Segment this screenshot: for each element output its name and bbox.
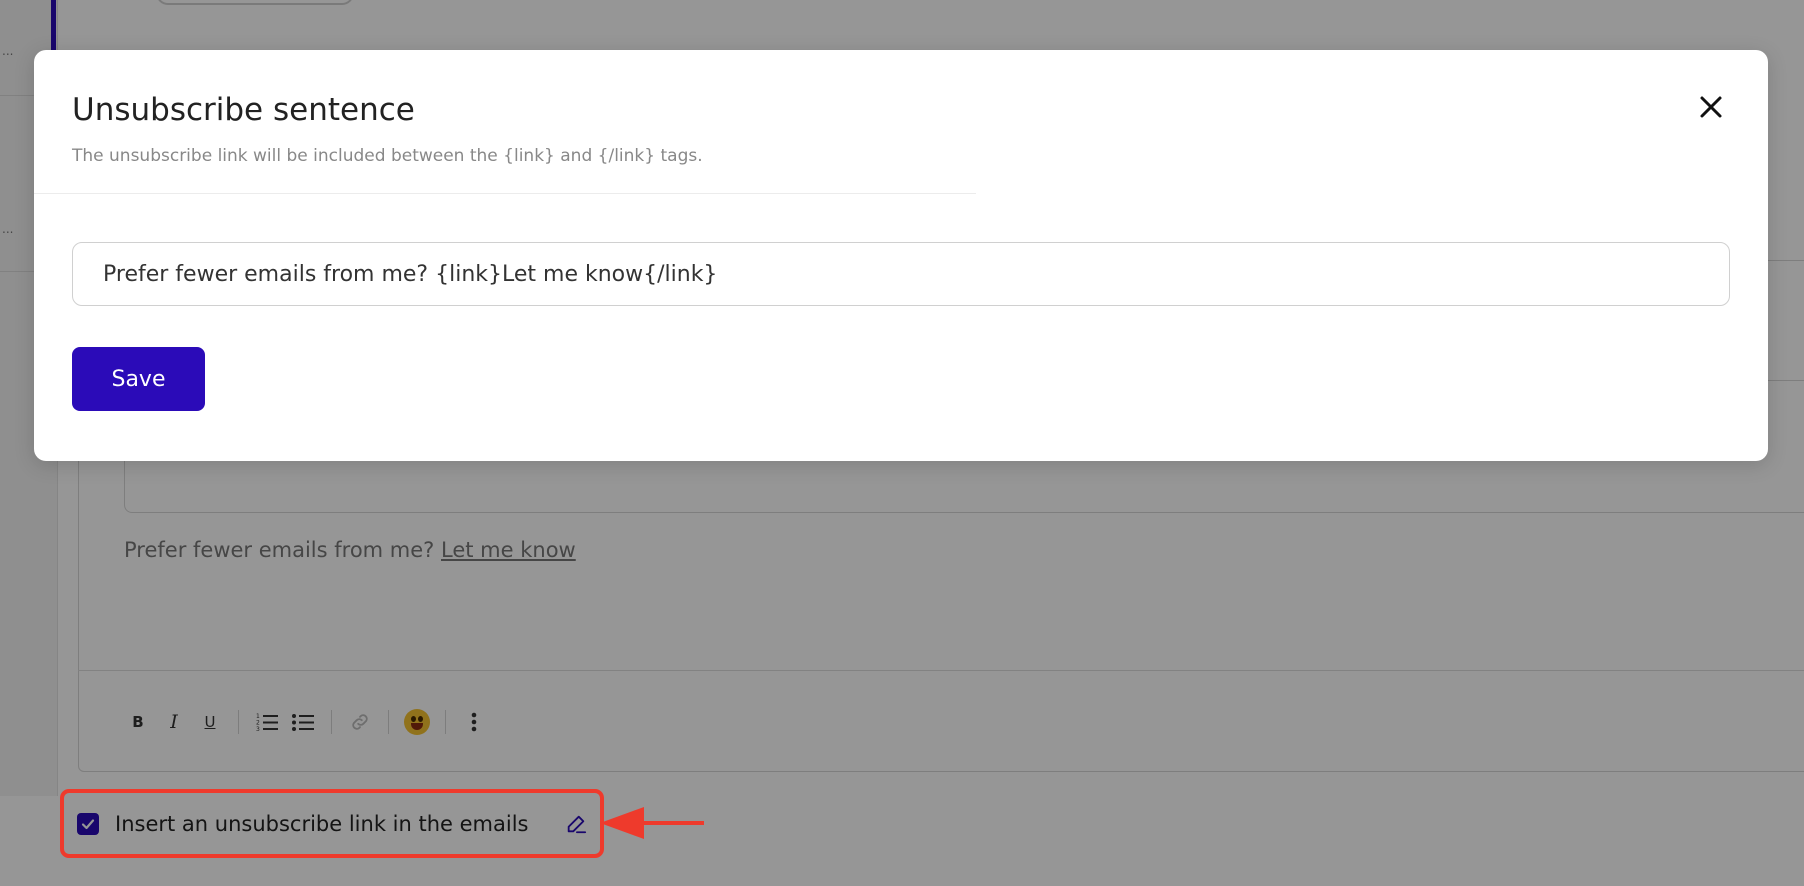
annotation-arrow-icon [600, 807, 704, 839]
close-icon [1700, 96, 1722, 118]
close-button[interactable] [1694, 90, 1728, 124]
unsubscribe-sentence-modal: Unsubscribe sentence The unsubscribe lin… [34, 50, 1768, 461]
unsubscribe-sentence-input[interactable] [72, 242, 1730, 306]
annotation-highlight [60, 789, 604, 858]
save-button[interactable]: Save [72, 347, 205, 411]
modal-header-divider [34, 193, 976, 194]
modal-title: Unsubscribe sentence [72, 92, 415, 128]
modal-subtitle: The unsubscribe link will be included be… [72, 146, 703, 166]
